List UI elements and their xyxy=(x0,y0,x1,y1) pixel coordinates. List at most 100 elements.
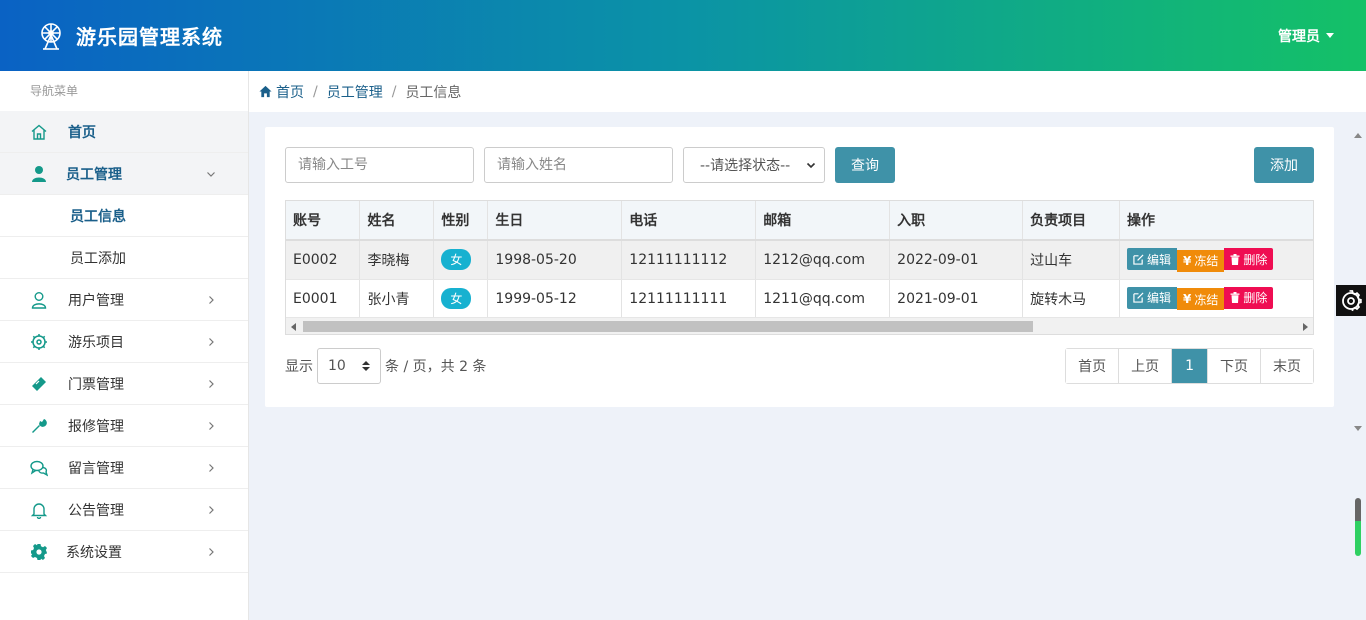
user-name: 管理员 xyxy=(1278,28,1320,45)
user-outline-icon xyxy=(30,291,48,309)
cell-hire-date: 2022-09-01 xyxy=(889,240,1024,280)
cell-phone: 12111111112 xyxy=(621,240,757,280)
table-row[interactable]: E0002 李晓梅 女 1998-05-20 12111111112 1212@… xyxy=(286,240,1313,280)
column-header: 负责项目 xyxy=(1022,201,1121,241)
scroll-left-icon[interactable] xyxy=(291,323,296,331)
cell-birthday: 1999-05-12 xyxy=(487,279,623,319)
sidebar-item-settings[interactable]: 系统设置 xyxy=(0,531,248,573)
user-menu[interactable]: 管理员 xyxy=(1278,26,1334,46)
staff-table: 账号 姓名 性别 生日 电话 邮箱 入职 负责项目 操作 E0002 李晓梅 女… xyxy=(286,201,1313,319)
page-size-value: 10 xyxy=(328,358,346,374)
scrollbar-thumb[interactable] xyxy=(303,321,1033,332)
staff-table-container: 账号 姓名 性别 生日 电话 邮箱 入职 负责项目 操作 E0002 李晓梅 女… xyxy=(285,200,1314,335)
wrench-icon xyxy=(30,417,48,435)
gender-badge: 女 xyxy=(441,288,472,309)
caret-down-icon xyxy=(1326,33,1334,38)
freeze-button[interactable]: ¥ 冻结 xyxy=(1177,288,1225,311)
staff-id-input[interactable] xyxy=(285,147,474,183)
sidebar-subitem-staff-add[interactable]: 员工添加 xyxy=(0,237,248,279)
column-header: 入职 xyxy=(889,201,1024,241)
trash-icon xyxy=(1230,292,1240,304)
delete-label: 删除 xyxy=(1243,252,1268,267)
sidebar-item-messages[interactable]: 留言管理 xyxy=(0,447,248,489)
sidebar-item-tickets[interactable]: 门票管理 xyxy=(0,363,248,405)
delete-label: 删除 xyxy=(1243,291,1268,306)
delete-button[interactable]: 删除 xyxy=(1224,286,1274,309)
sidebar: 导航菜单 首页 员工管理 员工信息 员工添加 用户管理 游乐项目 门票管理 报修… xyxy=(0,71,249,620)
chevron-right-icon xyxy=(209,505,214,514)
side-progress-indicator xyxy=(1355,498,1361,556)
breadcrumb: 首页 / 员工管理 / 员工信息 xyxy=(249,71,1366,112)
prev-page-button[interactable]: 上页 xyxy=(1119,349,1173,383)
edit-label: 编辑 xyxy=(1147,252,1172,267)
ferris-wheel-icon xyxy=(41,22,61,50)
edit-button[interactable]: 编辑 xyxy=(1127,248,1178,270)
page-size-info: 显示 10 条 / 页，共 2 条 xyxy=(285,348,486,384)
trash-icon xyxy=(1230,253,1240,265)
sidebar-item-notices[interactable]: 公告管理 xyxy=(0,489,248,531)
breadcrumb-home[interactable]: 首页 xyxy=(259,82,304,102)
cell-name: 张小青 xyxy=(359,279,435,319)
status-select[interactable]: --请选择状态-- xyxy=(683,147,825,183)
cell-account: E0002 xyxy=(286,240,361,280)
cell-gender: 女 xyxy=(433,240,489,280)
vertical-scrollbar[interactable] xyxy=(1350,127,1366,435)
chevron-right-icon xyxy=(209,421,214,430)
query-button[interactable]: 查询 xyxy=(835,147,895,183)
column-header: 电话 xyxy=(621,201,757,241)
edit-label: 编辑 xyxy=(1147,291,1172,306)
sidebar-item-rides[interactable]: 游乐项目 xyxy=(0,321,248,363)
chevron-right-icon xyxy=(209,337,214,346)
column-header: 姓名 xyxy=(359,201,435,241)
scroll-down-icon[interactable] xyxy=(1354,426,1362,431)
sidebar-subitem-staff-info[interactable]: 员工信息 xyxy=(0,195,248,237)
scroll-up-icon[interactable] xyxy=(1354,133,1362,138)
page-size-select[interactable]: 10 xyxy=(317,348,381,384)
bell-icon xyxy=(30,501,48,519)
top-header: 游乐园管理系统 管理员 xyxy=(0,0,1366,71)
delete-button[interactable]: 删除 xyxy=(1224,248,1274,270)
home-icon xyxy=(259,85,272,97)
staff-name-input[interactable] xyxy=(484,147,673,183)
breadcrumb-section[interactable]: 员工管理 xyxy=(327,82,383,102)
chevron-down-icon xyxy=(207,171,215,177)
first-page-button[interactable]: 首页 xyxy=(1066,349,1120,383)
breadcrumb-separator: / xyxy=(313,83,318,100)
cell-actions: 编辑 ¥ 冻结 删除 xyxy=(1119,279,1313,319)
ticket-icon xyxy=(30,375,48,393)
gear-icon xyxy=(1342,289,1362,311)
sidebar-item-repairs[interactable]: 报修管理 xyxy=(0,405,248,447)
yen-icon: ¥ xyxy=(1183,253,1192,268)
current-page-button[interactable]: 1 xyxy=(1172,349,1208,383)
sidebar-item-users[interactable]: 用户管理 xyxy=(0,279,248,321)
app-title: 游乐园管理系统 xyxy=(76,25,223,49)
nav-caption: 导航菜单 xyxy=(30,84,79,98)
freeze-label: 冻结 xyxy=(1194,254,1219,268)
add-button[interactable]: 添加 xyxy=(1254,147,1314,183)
edit-button[interactable]: 编辑 xyxy=(1127,286,1178,309)
sidebar-item-home[interactable]: 首页 xyxy=(0,111,248,153)
horizontal-scrollbar[interactable] xyxy=(286,317,1313,334)
table-row[interactable]: E0001 张小青 女 1999-05-12 12111111111 1211@… xyxy=(286,279,1313,319)
chevron-right-icon xyxy=(209,295,214,304)
brand: 游乐园管理系统 xyxy=(36,21,223,51)
cell-actions: 编辑 ¥ 冻结 删除 xyxy=(1119,240,1313,280)
last-page-button[interactable]: 末页 xyxy=(1261,349,1313,383)
freeze-label: 冻结 xyxy=(1194,292,1219,307)
scroll-right-icon[interactable] xyxy=(1303,323,1308,331)
floating-settings-button[interactable] xyxy=(1336,285,1366,316)
cell-hire-date: 2021-09-01 xyxy=(889,279,1024,319)
page-summary: 条 / 页，共 2 条 xyxy=(385,359,487,375)
pagination: 首页 上页 1 下页 末页 xyxy=(1065,348,1314,384)
sidebar-item-label: 用户管理 xyxy=(68,292,124,309)
chat-icon xyxy=(30,459,48,477)
next-page-button[interactable]: 下页 xyxy=(1208,349,1261,383)
column-header: 账号 xyxy=(286,201,361,241)
breadcrumb-separator: / xyxy=(391,83,397,100)
chevron-right-icon xyxy=(209,463,214,472)
home-icon xyxy=(30,123,48,141)
sidebar-item-staff[interactable]: 员工管理 xyxy=(0,153,248,195)
cell-birthday: 1998-05-20 xyxy=(487,240,623,280)
freeze-button[interactable]: ¥ 冻结 xyxy=(1177,249,1225,272)
cell-project: 过山车 xyxy=(1022,240,1121,280)
